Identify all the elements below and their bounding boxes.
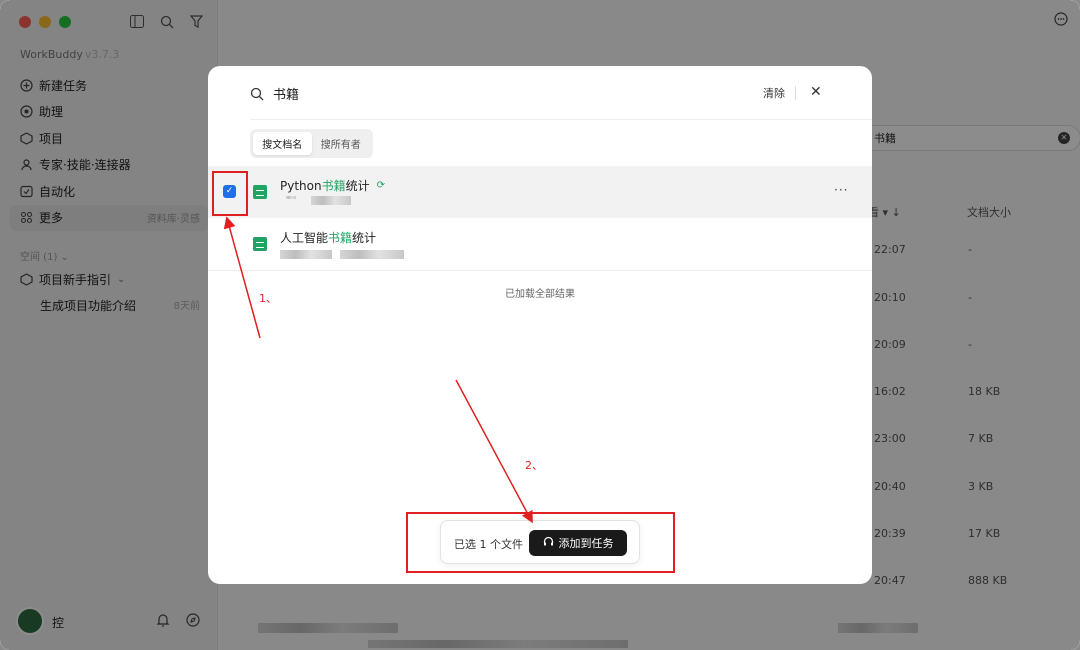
spreadsheet-icon — [253, 237, 267, 251]
search-icon — [250, 87, 264, 101]
file-name-highlight: 书籍 — [328, 231, 353, 245]
result-row[interactable]: 人工智能 书籍 统计 — [208, 219, 872, 271]
file-name-prefix: 人工智能 — [280, 231, 329, 245]
file-name-suffix: 统计 — [345, 179, 370, 193]
blurred-text — [280, 250, 332, 259]
file-name-highlight: 书籍 — [321, 179, 346, 193]
blurred-text — [286, 196, 296, 199]
result-row[interactable]: ✓ Python 书籍 统计 ⟳ ··· — [208, 166, 872, 218]
file-name: Python 书籍 统计 ⟳ — [280, 177, 388, 194]
clear-button[interactable]: 清除 — [763, 85, 785, 101]
divider — [250, 119, 872, 120]
file-name: 人工智能 书籍 统计 — [280, 229, 376, 246]
blurred-text — [311, 196, 351, 205]
headset-icon — [543, 536, 554, 550]
add-to-task-button[interactable]: 添加到任务 — [529, 530, 627, 556]
spreadsheet-icon — [253, 185, 267, 199]
search-value: 书籍 — [273, 88, 300, 103]
selected-count: 已选 1 个文件 — [454, 538, 523, 551]
tab-search-owner[interactable]: 搜所有者 — [312, 132, 371, 155]
search-mode-tabs: 搜文档名 搜所有者 — [250, 129, 373, 158]
file-name-suffix: 统计 — [352, 231, 377, 245]
add-button-label: 添加到任务 — [558, 537, 614, 550]
checkbox-checked[interactable]: ✓ — [223, 185, 236, 198]
annotation-step-1: 1、 — [259, 292, 277, 305]
close-icon[interactable]: ✕ — [810, 85, 824, 99]
dialog-search-input[interactable]: 书籍 — [250, 84, 299, 103]
file-search-dialog: 书籍 清除 ✕ 搜文档名 搜所有者 ✓ Python 书籍 统计 ⟳ ··· 人工智… — [208, 66, 872, 584]
app-window: WorkBuddy v3.7.3 新建任务 助理 项目 专家·技能·连接器 自动化 — [0, 0, 1080, 650]
tab-search-doc-name[interactable]: 搜文档名 — [253, 132, 312, 155]
selection-footer: 已选 1 个文件 添加到任务 — [440, 520, 640, 564]
divider — [795, 86, 796, 100]
loaded-all-text: 已加载全部结果 — [505, 289, 575, 300]
blurred-text — [340, 250, 404, 259]
file-name-prefix: Python — [280, 178, 322, 193]
sync-icon: ⟳ — [376, 180, 386, 191]
annotation-step-2: 2、 — [525, 459, 543, 472]
more-options-icon[interactable]: ··· — [834, 183, 848, 197]
